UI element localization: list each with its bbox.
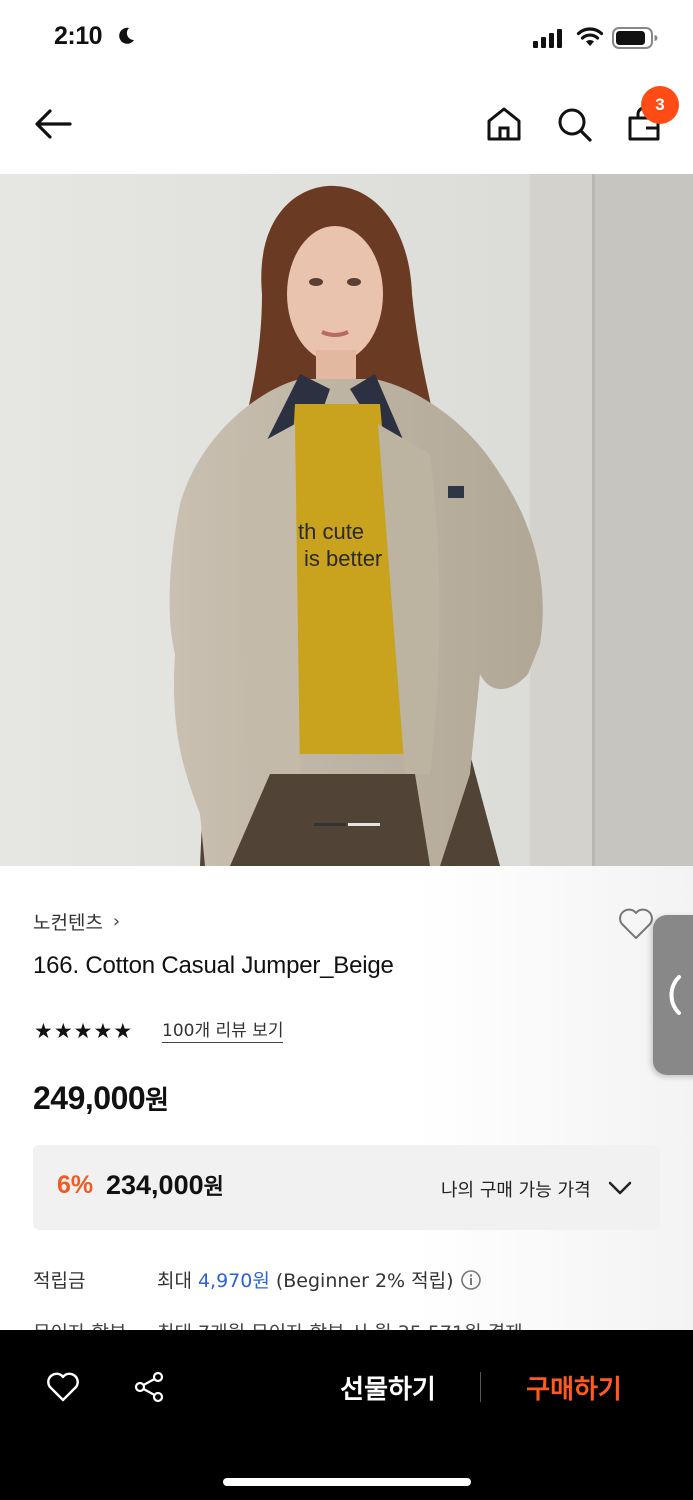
bottom-action-bar: 선물하기 구매하기 <box>0 1330 693 1500</box>
points-suffix: (Beginner 2% 적립) <box>275 1270 454 1292</box>
cart-count-badge: 3 <box>641 86 679 124</box>
shirt-print-line-1: th cute <box>298 519 364 544</box>
product-title: 166. Cotton Casual Jumper_Beige <box>33 952 394 979</box>
discount-price-value: 234,000 <box>106 1170 204 1200</box>
points-value: 최대 4,970원 (Beginner 2% 적립) <box>157 1266 482 1293</box>
star-icon: ★ <box>113 1019 133 1043</box>
image-pager <box>314 823 380 826</box>
back-arrow-icon[interactable] <box>30 100 78 148</box>
button-divider <box>480 1372 481 1402</box>
chevron-left-icon <box>669 975 681 1015</box>
product-photo-illustration: th cute is better <box>0 174 693 866</box>
top-nav-bar <box>0 76 693 174</box>
installment-value: 최대 7개월 무이자 할부 시 월 35,571원 결제 <box>157 1318 523 1330</box>
pager-active-segment <box>314 823 346 826</box>
brand-link[interactable]: 노컨텐츠 › <box>33 908 120 935</box>
moon-icon <box>119 27 134 44</box>
cellular-signal-icon <box>533 29 562 48</box>
info-icon[interactable] <box>460 1269 482 1291</box>
product-image[interactable]: th cute is better <box>0 174 693 866</box>
list-price-unit: 원 <box>145 1085 169 1115</box>
wifi-icon <box>576 27 604 46</box>
shirt-print-line-2: is better <box>304 546 382 571</box>
rating-stars: ★ ★ ★ ★ ★ <box>34 1019 132 1043</box>
points-label: 적립금 <box>33 1270 86 1292</box>
heart-icon[interactable] <box>46 1370 80 1404</box>
buy-button[interactable]: 구매하기 <box>504 1366 644 1408</box>
discount-price-box[interactable]: 6% 234,000원 나의 구매 가능 가격 <box>33 1145 660 1230</box>
search-icon[interactable] <box>554 104 594 144</box>
gift-button[interactable]: 선물하기 <box>318 1366 458 1408</box>
heart-icon[interactable] <box>616 904 656 944</box>
star-icon: ★ <box>93 1019 113 1043</box>
installment-label: 무이자 할부 <box>33 1318 126 1330</box>
pager-inactive-segment <box>348 823 380 826</box>
discount-rate: 6% <box>57 1171 94 1199</box>
list-price-value: 249,000 <box>33 1080 146 1116</box>
share-icon[interactable] <box>132 1370 166 1404</box>
list-price: 249,000원 <box>33 1080 169 1117</box>
star-icon: ★ <box>53 1019 73 1043</box>
brand-name: 노컨텐츠 <box>33 912 103 934</box>
status-time: 2:10 <box>54 22 103 50</box>
side-drawer-handle[interactable] <box>653 915 693 1075</box>
home-indicator <box>223 1478 471 1486</box>
chevron-down-icon[interactable] <box>607 1175 633 1201</box>
review-link[interactable]: 100개 리뷰 보기 <box>162 1021 284 1043</box>
home-icon[interactable] <box>484 104 524 144</box>
discount-price-unit: 원 <box>203 1174 224 1199</box>
star-icon: ★ <box>73 1019 93 1043</box>
status-bar: 2:10 <box>0 0 693 76</box>
points-amount: 4,970원 <box>197 1270 270 1292</box>
battery-icon <box>612 27 658 49</box>
star-icon: ★ <box>34 1019 53 1043</box>
chevron-right-icon: › <box>112 911 121 932</box>
discount-price: 234,000원 <box>106 1169 224 1201</box>
points-prefix: 최대 <box>157 1270 192 1292</box>
my-price-toggle-label[interactable]: 나의 구매 가능 가격 <box>441 1176 591 1202</box>
